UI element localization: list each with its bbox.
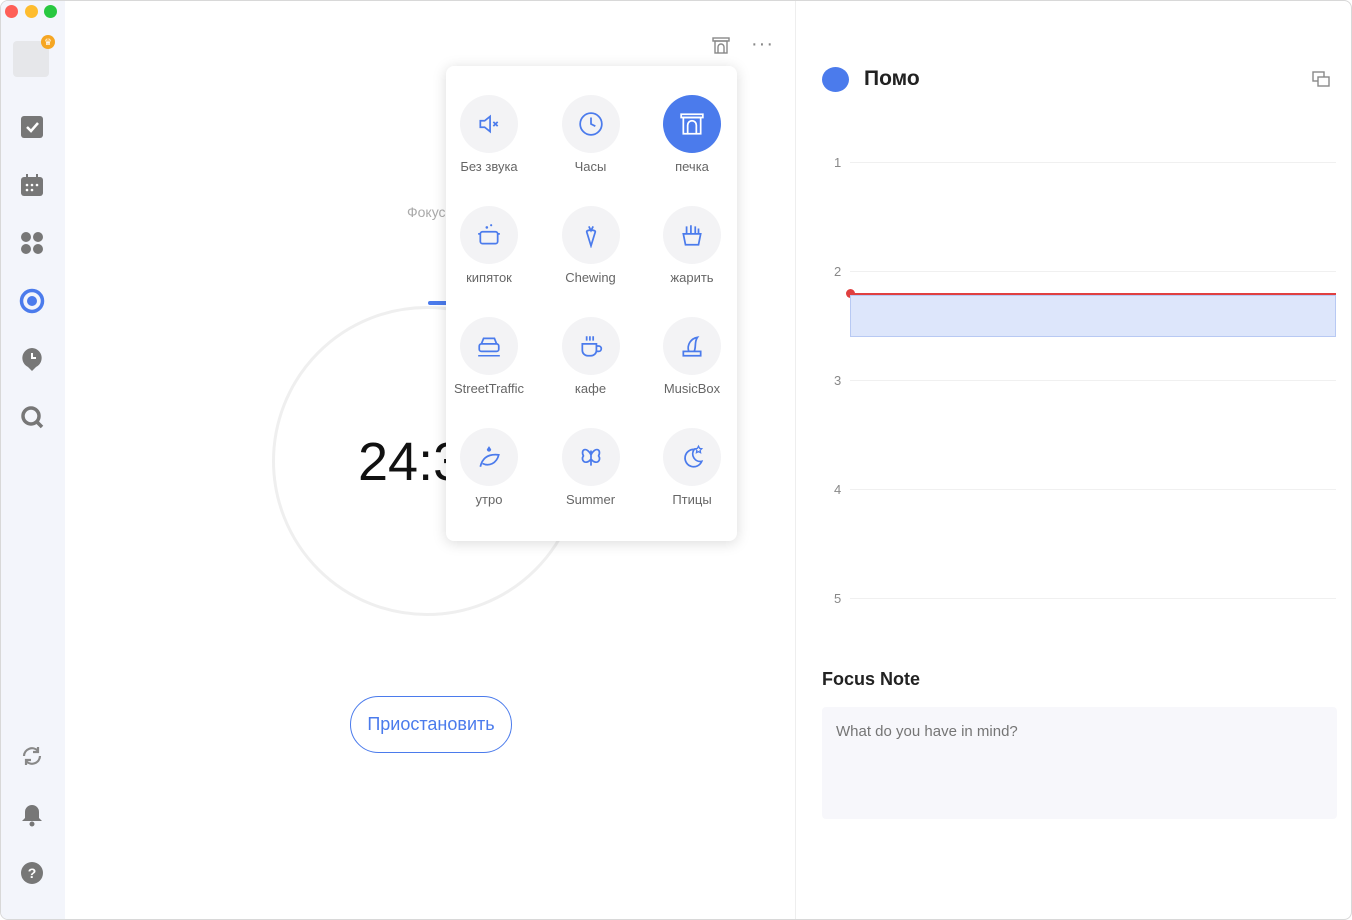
pause-button[interactable]: Приостановить xyxy=(350,696,512,753)
panel-title: Помо xyxy=(864,67,920,90)
svg-text:?: ? xyxy=(28,865,37,881)
help-icon[interactable]: ? xyxy=(18,859,46,887)
sound-option[interactable]: Без звука xyxy=(439,95,539,174)
hour-line xyxy=(850,489,1336,490)
sound-option-label: Часы xyxy=(574,159,607,174)
sound-option[interactable]: StreetTraffic xyxy=(439,317,539,396)
carrot-icon xyxy=(561,206,620,264)
moon-star-icon xyxy=(663,428,721,486)
fireplace-icon xyxy=(663,95,721,153)
sound-option[interactable]: Часы xyxy=(541,95,641,174)
sound-option-label: Chewing xyxy=(565,270,616,285)
butterfly-icon xyxy=(561,428,620,486)
right-panel: Помо 1 2 3 4 5 Focus Note xyxy=(795,1,1351,919)
pomodoro-logo-icon xyxy=(822,67,849,92)
hour-label: 4 xyxy=(834,482,842,497)
hour-label: 2 xyxy=(834,264,842,279)
sound-option[interactable]: утро xyxy=(439,428,539,507)
mute-icon xyxy=(460,95,518,153)
bell-icon[interactable] xyxy=(18,801,46,829)
coffee-cup-icon xyxy=(561,317,620,375)
sound-option-label: Без звука xyxy=(460,159,518,174)
sound-option[interactable]: Птицы xyxy=(642,428,742,507)
pomodoro-icon[interactable] xyxy=(18,287,46,315)
sound-option[interactable]: кипяток xyxy=(439,206,539,285)
sound-option-label: кипяток xyxy=(466,270,512,285)
app-window: ♛ ? ··· Фокус 24:3 Приостановить Без зву… xyxy=(0,0,1352,920)
more-options-icon[interactable]: ··· xyxy=(751,33,774,56)
hour-line xyxy=(850,380,1336,381)
hour-line xyxy=(850,162,1336,163)
hour-label: 1 xyxy=(834,155,842,170)
car-icon xyxy=(460,317,518,375)
sound-option-label: Summer xyxy=(565,492,616,507)
calendar-icon[interactable] xyxy=(18,171,46,199)
focus-session-block[interactable] xyxy=(850,295,1336,337)
sound-option-label: жарить xyxy=(670,270,714,285)
apps-icon[interactable] xyxy=(18,229,46,257)
minimize-window-button[interactable] xyxy=(25,5,38,18)
sound-option-label: MusicBox xyxy=(663,381,721,396)
pop-out-icon[interactable] xyxy=(1312,71,1330,92)
tasks-icon[interactable] xyxy=(18,113,46,141)
hour-label: 5 xyxy=(834,591,842,606)
sound-option-label: утро xyxy=(475,492,503,507)
focus-note-input[interactable] xyxy=(822,707,1337,819)
sound-option[interactable]: жарить xyxy=(642,206,742,285)
sound-option[interactable]: Chewing xyxy=(541,206,641,285)
sidebar: ♛ ? xyxy=(1,1,65,919)
focus-note-title: Focus Note xyxy=(822,669,921,689)
sound-option-label: Птицы xyxy=(672,492,712,507)
hour-line xyxy=(850,271,1336,272)
sound-option-label: печка xyxy=(675,159,709,174)
sound-option-label: StreetTraffic xyxy=(453,381,525,396)
search-icon[interactable] xyxy=(18,403,46,431)
habit-icon[interactable] xyxy=(18,345,46,373)
close-window-button[interactable] xyxy=(5,5,18,18)
sync-icon[interactable] xyxy=(18,742,46,770)
leaf-drop-icon xyxy=(460,428,518,486)
fries-icon xyxy=(663,206,721,264)
crown-icon: ♛ xyxy=(41,35,55,49)
sound-option[interactable]: кафе xyxy=(541,317,641,396)
music-box-icon xyxy=(663,317,721,375)
sound-option[interactable]: MusicBox xyxy=(642,317,742,396)
hour-label: 3 xyxy=(834,373,842,388)
hour-line xyxy=(850,598,1336,599)
sound-option[interactable]: печка xyxy=(642,95,742,174)
sound-option-label: кафе xyxy=(574,381,607,396)
white-noise-button[interactable] xyxy=(712,37,730,60)
white-noise-menu: Без звука Часы печка кипяток Chewing жарить St… xyxy=(446,66,737,541)
sound-option[interactable]: Summer xyxy=(541,428,641,507)
timer-progress-arc xyxy=(428,301,448,305)
boiling-pot-icon xyxy=(460,206,518,264)
clock-icon xyxy=(561,95,620,153)
zoom-window-button[interactable] xyxy=(44,5,57,18)
